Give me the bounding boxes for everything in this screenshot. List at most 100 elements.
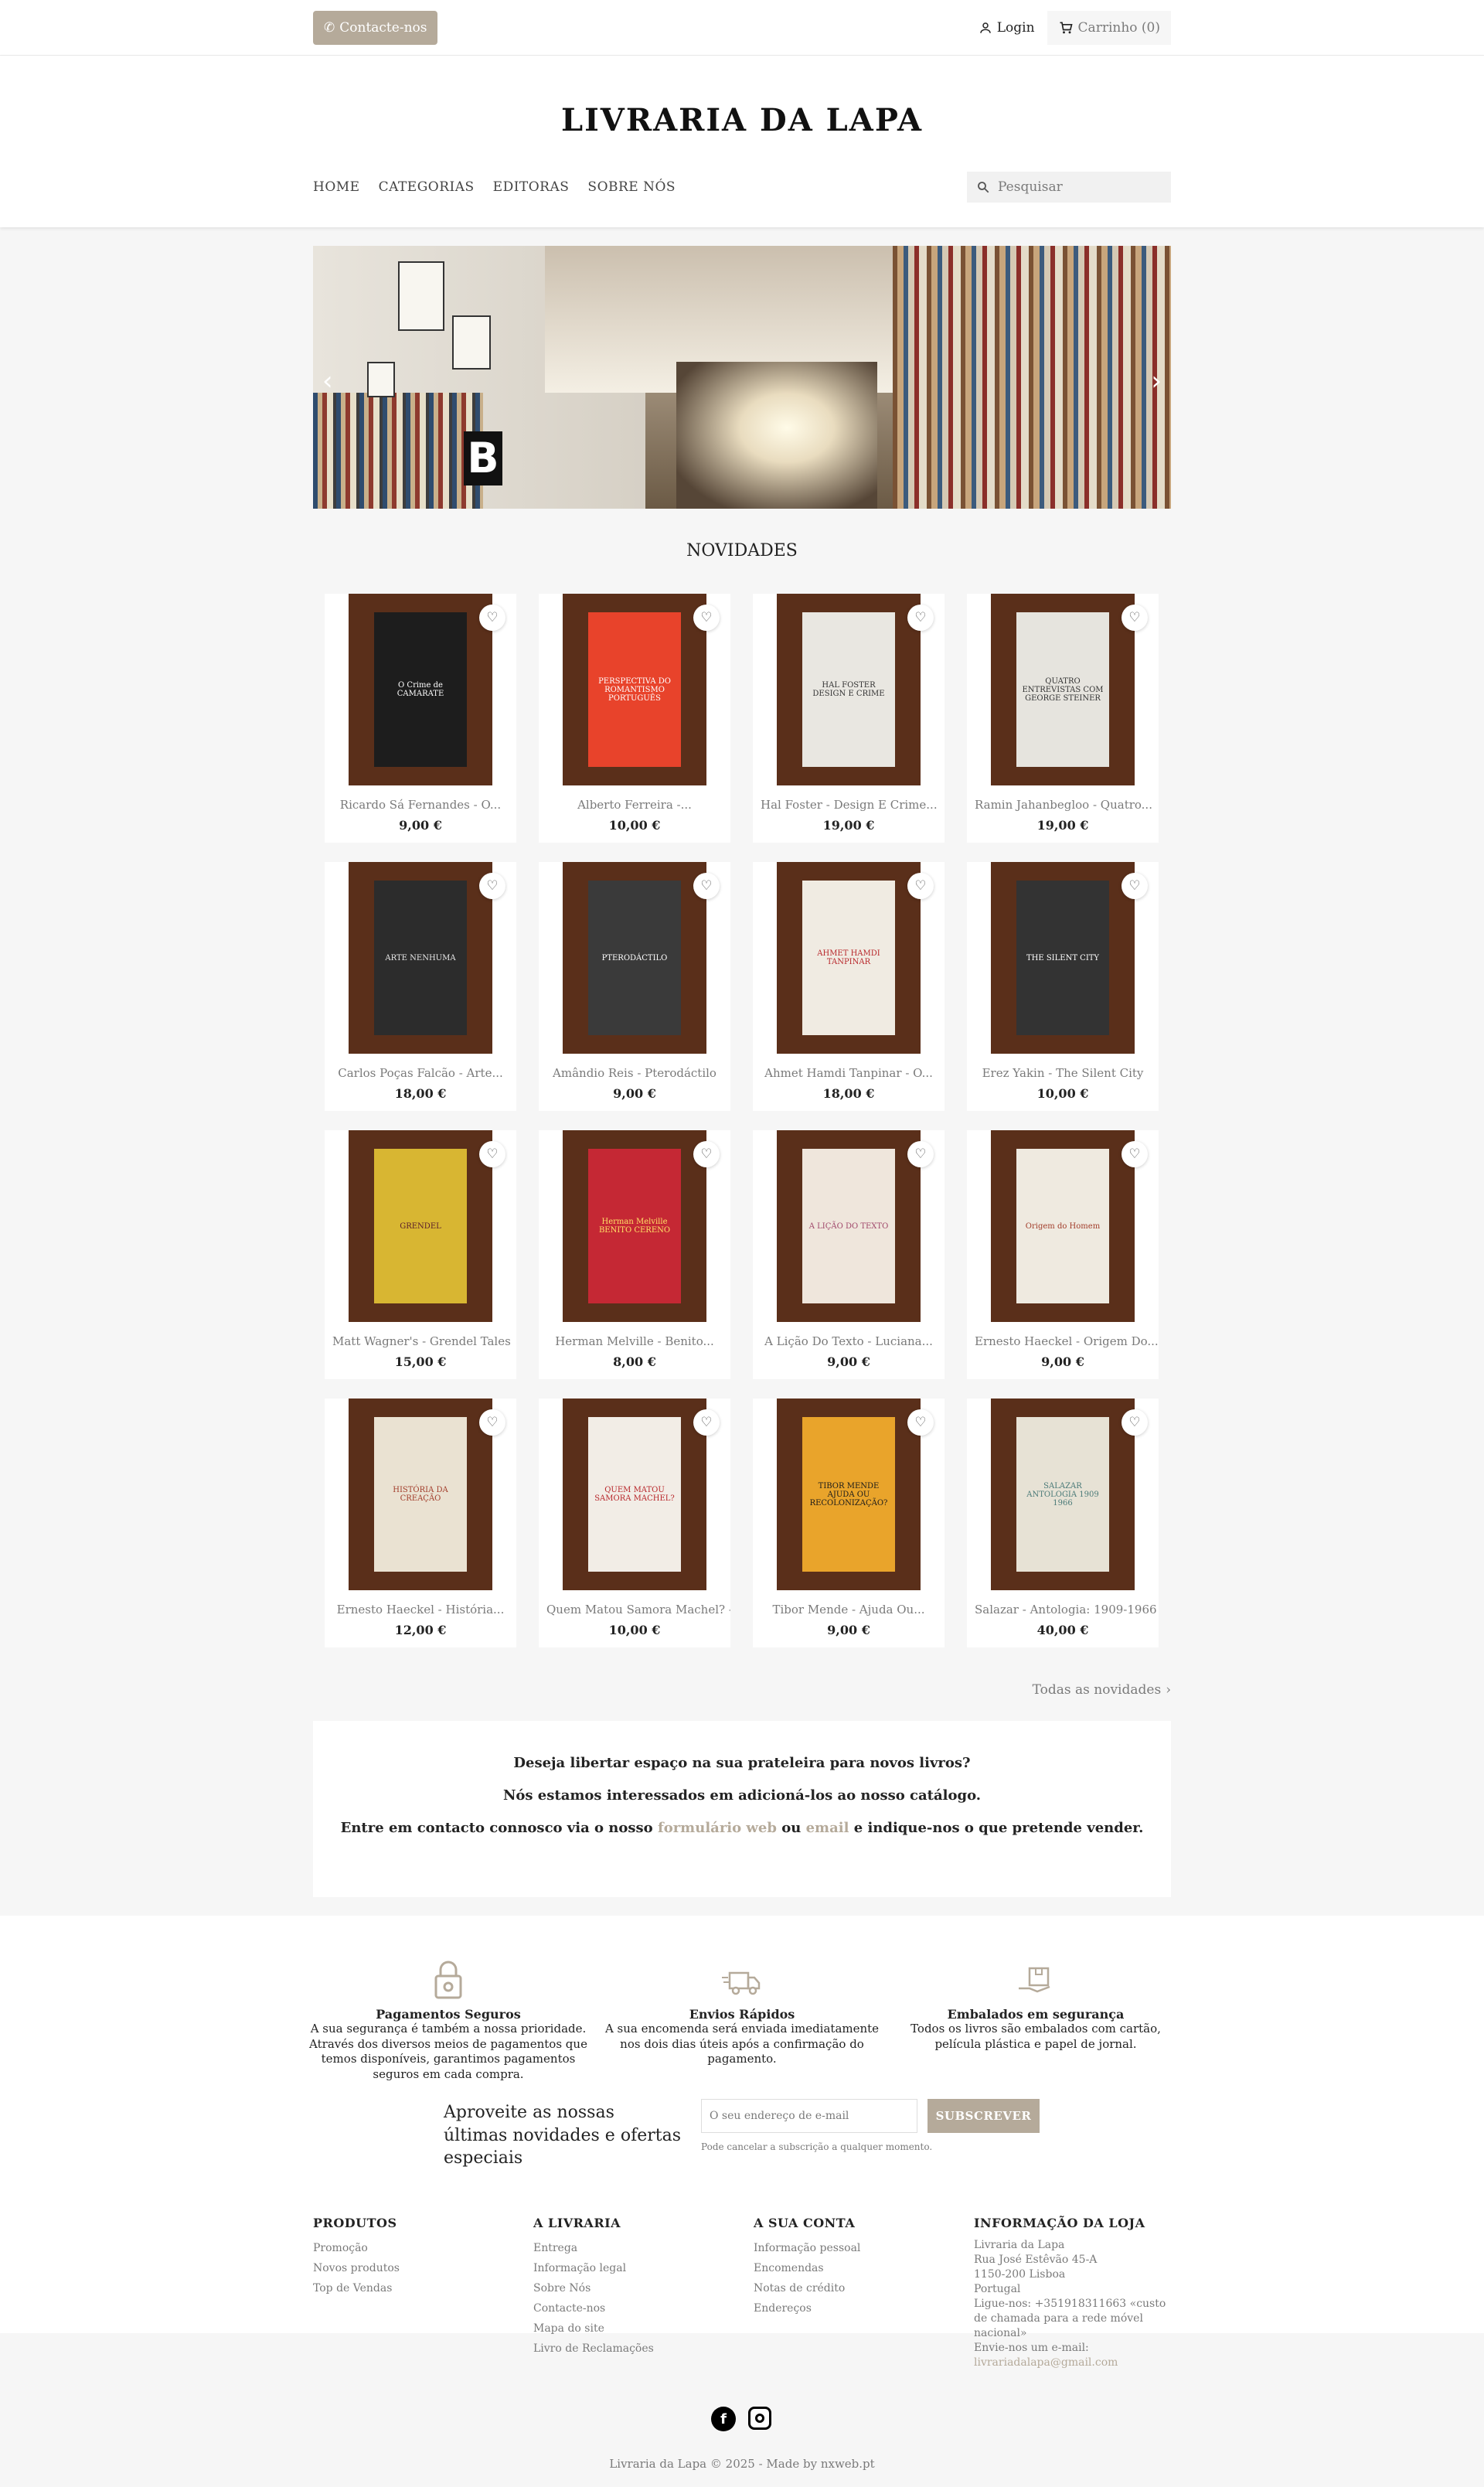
product-cover-image[interactable]: QUEM MATOU SAMORA MACHEL?	[563, 1399, 706, 1590]
carousel-next-button[interactable]: ›	[1151, 366, 1162, 397]
book-cover-text: Origem do Homem	[1016, 1149, 1109, 1303]
menu-item-home[interactable]: HOME	[313, 179, 360, 195]
site-logo[interactable]: LIVRARIA DA LAPA	[313, 102, 1171, 138]
product-cover-image[interactable]: QUATRO ENTREVISTAS COM GEORGE STEINER	[991, 594, 1135, 785]
product-cover-image[interactable]: Origem do Homem	[991, 1130, 1135, 1322]
contact-button[interactable]: ✆ Contacte-nos	[313, 11, 438, 45]
email-link[interactable]: email	[806, 1820, 849, 1836]
product-card[interactable]: Herman Melville BENITO CERENO ♡ Herman Mel…	[539, 1130, 730, 1379]
wishlist-heart-icon[interactable]: ♡	[1122, 873, 1148, 899]
product-cover-image[interactable]: Herman Melville BENITO CERENO	[563, 1130, 706, 1322]
footer-link[interactable]: Informação pessoal	[754, 2238, 962, 2258]
footer-link[interactable]: Contacte-nos	[533, 2298, 742, 2318]
product-card[interactable]: HISTÓRIA DA CREAÇÃO ♡ Ernesto Haeckel - Hi…	[325, 1399, 516, 1647]
footer-link[interactable]: Entrega	[533, 2238, 742, 2258]
product-card[interactable]: QUEM MATOU SAMORA MACHEL? ♡ Quem Matou Sam…	[539, 1399, 730, 1647]
wishlist-heart-icon[interactable]: ♡	[693, 605, 720, 631]
product-card[interactable]: GRENDEL ♡ Matt Wagner's - Grendel Tales 15,…	[325, 1130, 516, 1379]
product-title[interactable]: Salazar - Antologia: 1909-1966	[967, 1603, 1159, 1617]
wishlist-heart-icon[interactable]: ♡	[907, 1409, 934, 1436]
product-title[interactable]: Ahmet Hamdi Tanpinar - O...	[753, 1066, 945, 1080]
product-card[interactable]: Origem do Homem ♡ Ernesto Haeckel - Origem…	[967, 1130, 1159, 1379]
footer-col-store-info: INFORMAÇÃO DA LOJA Livraria da Lapa Rua …	[974, 2216, 1171, 2370]
footer-link[interactable]: Mapa do site	[533, 2318, 742, 2339]
footer-link[interactable]: Livro de Reclamações	[533, 2339, 742, 2359]
product-card[interactable]: HAL FOSTER DESIGN E CRIME ♡ Hal Foster - D…	[753, 594, 945, 843]
footer-link[interactable]: Notas de crédito	[754, 2278, 962, 2298]
wishlist-heart-icon[interactable]: ♡	[907, 605, 934, 631]
product-card[interactable]: AHMET HAMDI TANPINAR ♡ Ahmet Hamdi Tanpina…	[753, 862, 945, 1111]
footer-link[interactable]: Sobre Nós	[533, 2278, 742, 2298]
product-price: 10,00 €	[1036, 1086, 1089, 1101]
product-title[interactable]: Matt Wagner's - Grendel Tales	[325, 1334, 516, 1348]
product-card[interactable]: ARTE NENHUMA ♡ Carlos Poças Falcão - Arte.…	[325, 862, 516, 1111]
footer-link[interactable]: Encomendas	[754, 2258, 962, 2278]
product-card[interactable]: SALAZAR ANTOLOGIA 1909 1966 ♡ Salazar - An…	[967, 1399, 1159, 1647]
product-cover-image[interactable]: HISTÓRIA DA CREAÇÃO	[349, 1399, 492, 1590]
product-title[interactable]: Erez Yakin - The Silent City	[967, 1066, 1159, 1080]
product-title[interactable]: Tibor Mende - Ajuda Ou...	[753, 1603, 945, 1617]
menu-item-sobre-nos[interactable]: SOBRE NÓS	[587, 179, 676, 195]
cart-button[interactable]: Carrinho (0)	[1047, 11, 1171, 45]
product-cover-image[interactable]: TIBOR MENDE AJUDA OU RECOLONIZAÇÃO?	[777, 1399, 921, 1590]
product-title[interactable]: Hal Foster - Design E Crime...	[753, 798, 945, 812]
product-card[interactable]: TIBOR MENDE AJUDA OU RECOLONIZAÇÃO? ♡ Tibo…	[753, 1399, 945, 1647]
menu-item-editoras[interactable]: EDITORAS	[493, 179, 570, 195]
wishlist-heart-icon[interactable]: ♡	[479, 1141, 505, 1167]
carousel-prev-button[interactable]: ‹	[322, 366, 333, 397]
wishlist-heart-icon[interactable]: ♡	[1122, 1141, 1148, 1167]
menu-item-categorias[interactable]: CATEGORIAS	[379, 179, 475, 195]
wishlist-heart-icon[interactable]: ♡	[479, 605, 505, 631]
product-title[interactable]: Quem Matou Samora Machel? -...	[539, 1603, 730, 1617]
wishlist-heart-icon[interactable]: ♡	[1122, 1409, 1148, 1436]
instagram-icon[interactable]	[748, 2407, 771, 2430]
store-email-link[interactable]: livrariadalapa@gmail.com	[974, 2356, 1171, 2370]
subscribe-button[interactable]: SUBSCREVER	[928, 2099, 1040, 2133]
product-card[interactable]: O Crime de CAMARATE ♡ Ricardo Sá Fernandes…	[325, 594, 516, 843]
product-card[interactable]: QUATRO ENTREVISTAS COM GEORGE STEINER ♡ Ra…	[967, 594, 1159, 843]
product-cover-image[interactable]: GRENDEL	[349, 1130, 492, 1322]
product-title[interactable]: Amândio Reis - Pterodáctilo	[539, 1066, 730, 1080]
product-title[interactable]: Ernesto Haeckel - História...	[325, 1603, 516, 1617]
product-cover-image[interactable]: PTERODÁCTILO	[563, 862, 706, 1054]
product-cover-image[interactable]: A LIÇÃO DO TEXTO	[777, 1130, 921, 1322]
newsletter-email-input[interactable]: O seu endereço de e-mail	[701, 2099, 917, 2133]
hero-carousel[interactable]: B ‹ ›	[313, 246, 1171, 509]
wishlist-heart-icon[interactable]: ♡	[907, 1141, 934, 1167]
product-cover-image[interactable]: THE SILENT CITY	[991, 862, 1135, 1054]
product-title[interactable]: Alberto Ferreira -...	[539, 798, 730, 812]
product-card[interactable]: A LIÇÃO DO TEXTO ♡ A Lição Do Texto - Luci…	[753, 1130, 945, 1379]
search-input[interactable]: Pesquisar	[967, 172, 1171, 203]
footer-link[interactable]: Endereços	[754, 2298, 962, 2318]
login-link[interactable]: Login	[979, 20, 1035, 36]
facebook-icon[interactable]: f	[711, 2407, 736, 2431]
product-cover-image[interactable]: O Crime de CAMARATE	[349, 594, 492, 785]
wishlist-heart-icon[interactable]: ♡	[479, 1409, 505, 1436]
product-title[interactable]: Carlos Poças Falcão - Arte...	[325, 1066, 516, 1080]
product-title[interactable]: Ramin Jahanbegloo - Quatro...	[967, 798, 1159, 812]
wishlist-heart-icon[interactable]: ♡	[907, 873, 934, 899]
wishlist-heart-icon[interactable]: ♡	[693, 873, 720, 899]
all-new-link[interactable]: Todas as novidades ›	[1033, 1682, 1171, 1698]
wishlist-heart-icon[interactable]: ♡	[479, 873, 505, 899]
wishlist-heart-icon[interactable]: ♡	[693, 1141, 720, 1167]
product-title[interactable]: A Lição Do Texto - Luciana...	[753, 1334, 945, 1348]
product-cover-image[interactable]: ARTE NENHUMA	[349, 862, 492, 1054]
footer-link[interactable]: Top de Vendas	[313, 2278, 522, 2298]
product-card[interactable]: PTERODÁCTILO ♡ Amândio Reis - Pterodáctilo…	[539, 862, 730, 1111]
product-card[interactable]: PERSPECTIVA DO ROMANTISMO PORTUGUÊS ♡ Albe…	[539, 594, 730, 843]
product-cover-image[interactable]: SALAZAR ANTOLOGIA 1909 1966	[991, 1399, 1135, 1590]
product-card[interactable]: THE SILENT CITY ♡ Erez Yakin - The Silent …	[967, 862, 1159, 1111]
web-form-link[interactable]: formulário web	[658, 1820, 777, 1836]
product-title[interactable]: Herman Melville - Benito...	[539, 1334, 730, 1348]
product-title[interactable]: Ernesto Haeckel - Origem Do...	[967, 1334, 1159, 1348]
product-title[interactable]: Ricardo Sá Fernandes - O...	[325, 798, 516, 812]
footer-link[interactable]: Novos produtos	[313, 2258, 522, 2278]
product-cover-image[interactable]: PERSPECTIVA DO ROMANTISMO PORTUGUÊS	[563, 594, 706, 785]
footer-link[interactable]: Informação legal	[533, 2258, 742, 2278]
product-cover-image[interactable]: AHMET HAMDI TANPINAR	[777, 862, 921, 1054]
footer-link[interactable]: Promoção	[313, 2238, 522, 2258]
wishlist-heart-icon[interactable]: ♡	[1122, 605, 1148, 631]
wishlist-heart-icon[interactable]: ♡	[693, 1409, 720, 1436]
product-cover-image[interactable]: HAL FOSTER DESIGN E CRIME	[777, 594, 921, 785]
